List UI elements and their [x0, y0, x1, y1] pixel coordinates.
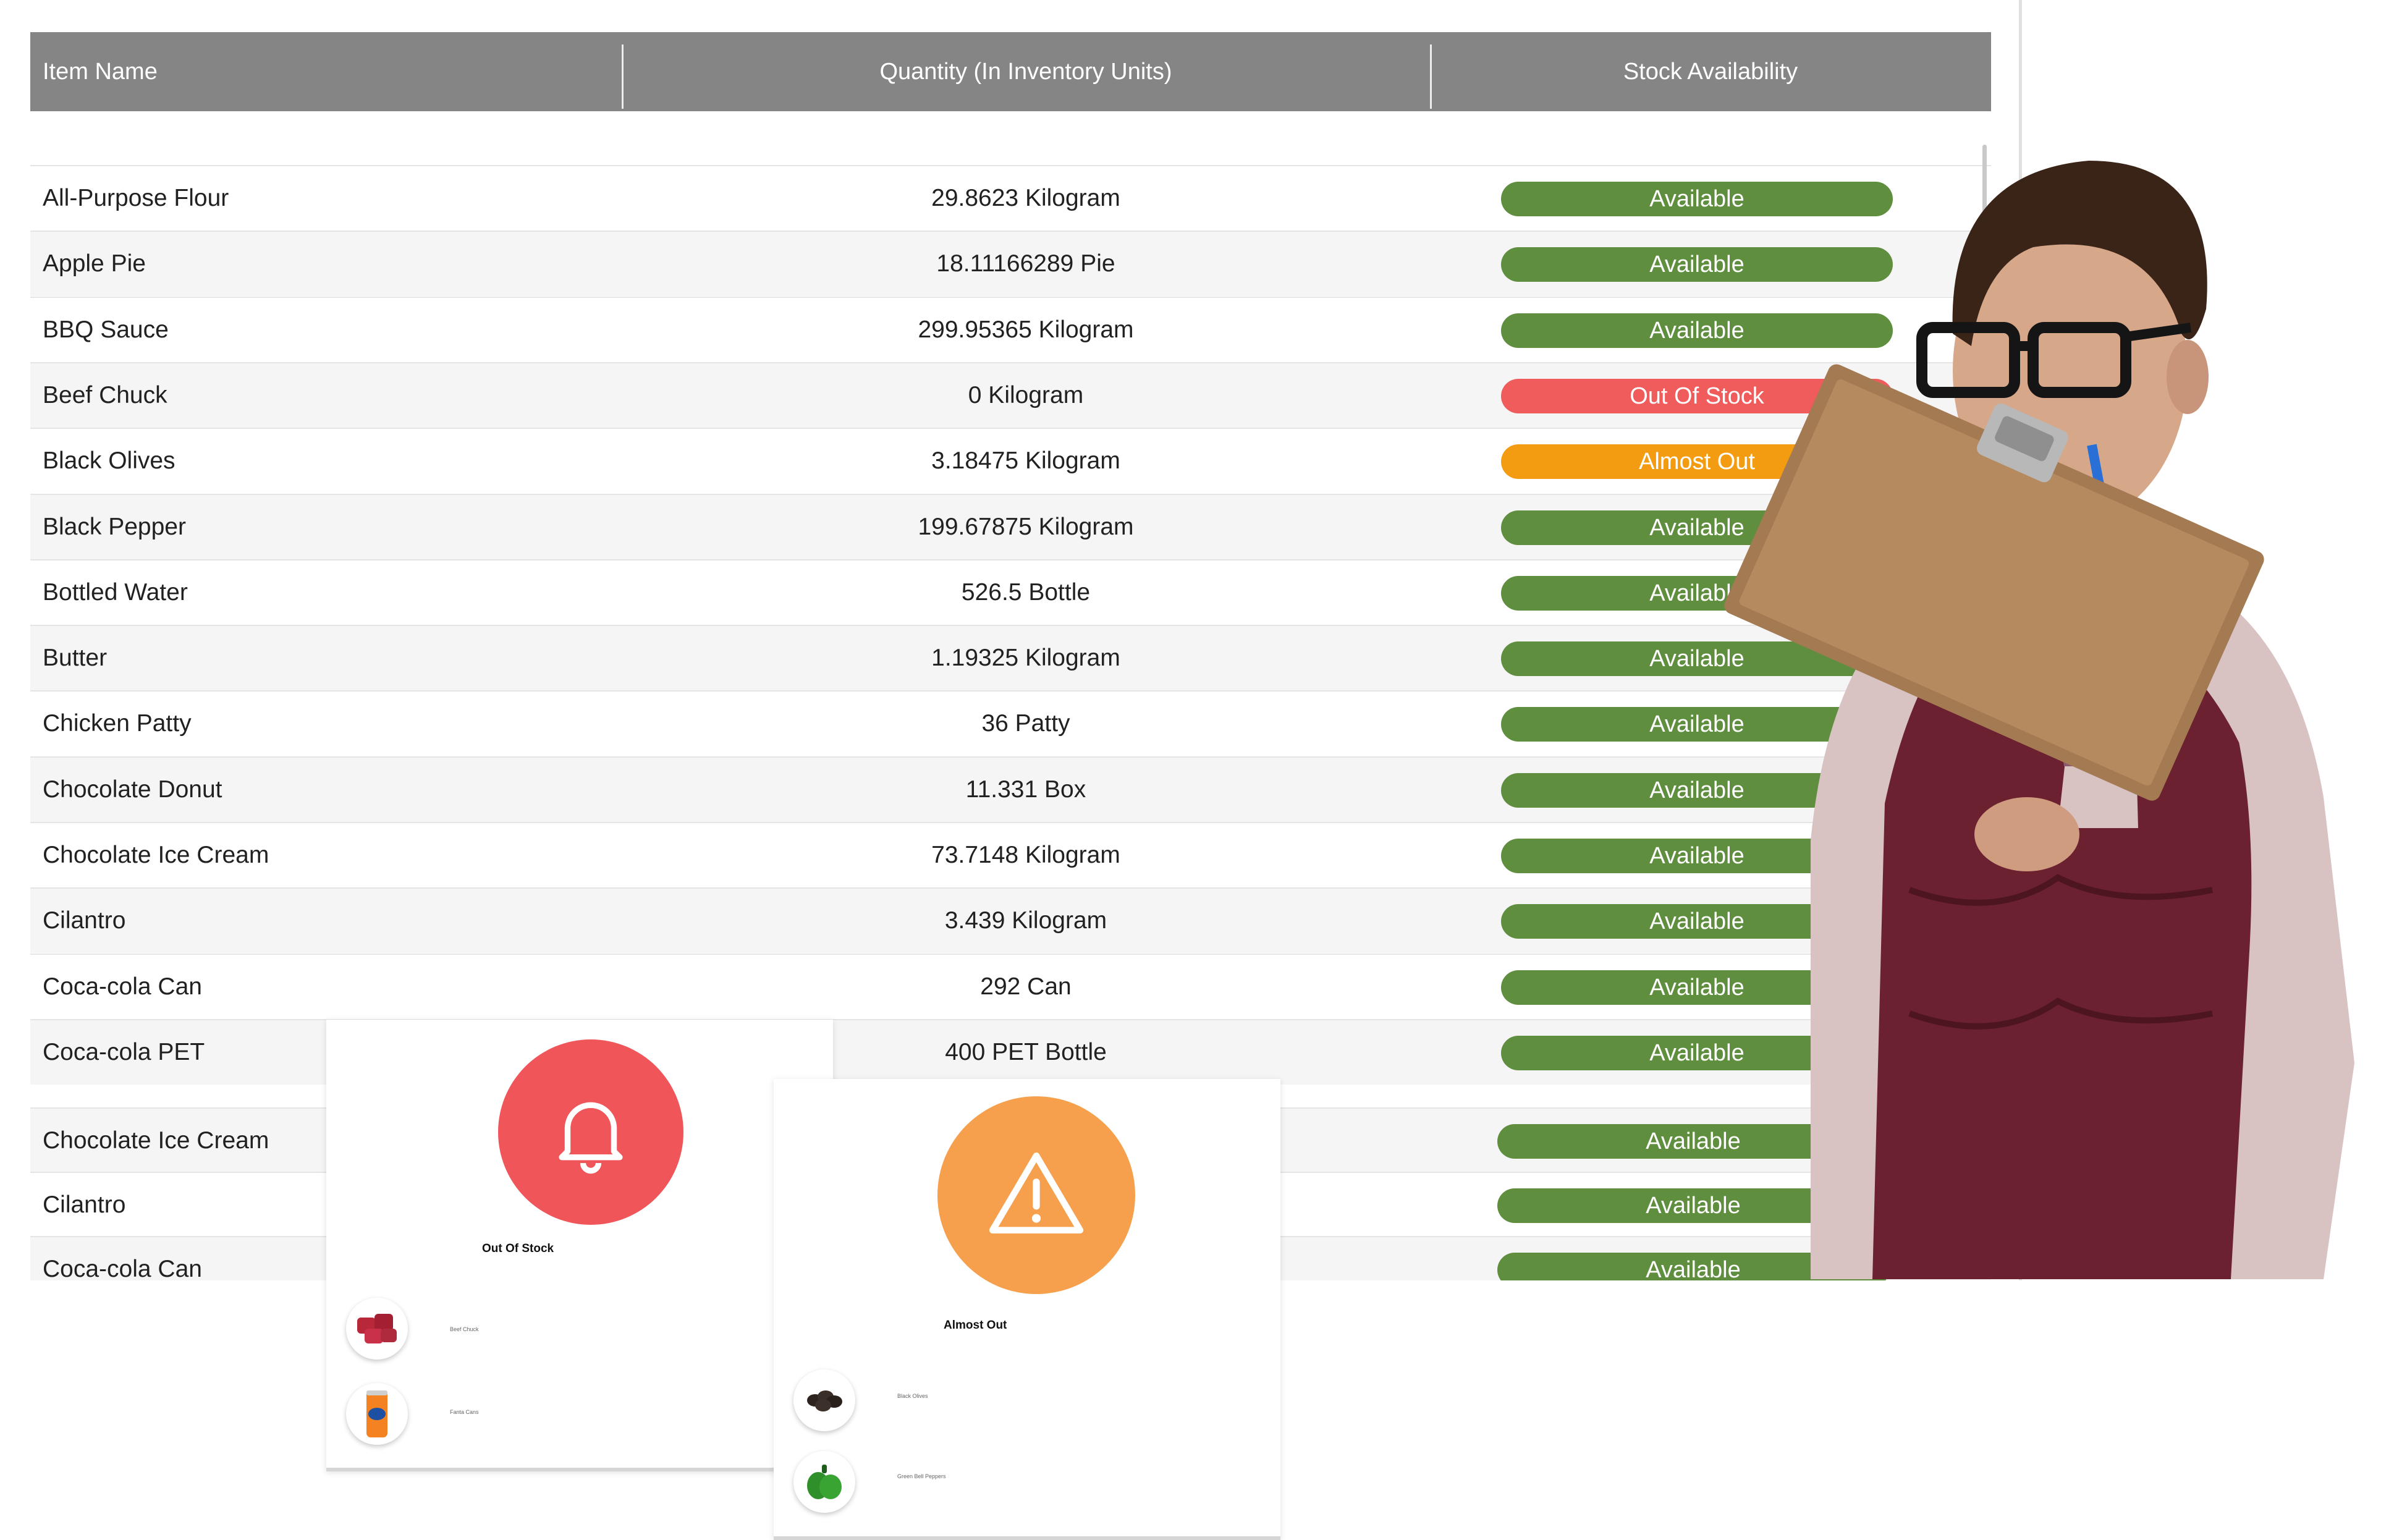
quantity-cell: 3.18475 Kilogram — [931, 447, 1120, 475]
column-header-item-name[interactable]: Item Name — [43, 32, 158, 111]
quantity-cell: 526.5 Bottle — [961, 578, 1091, 606]
item-name-cell: Butter — [43, 645, 108, 672]
black-olives-thumbnail[interactable] — [793, 1369, 855, 1431]
item-name-cell: Coca-cola Can — [43, 1256, 202, 1280]
item-name-cell: Cilantro — [43, 1191, 126, 1218]
item-name-cell: Bottled Water — [43, 578, 188, 606]
almost-out-title: Almost Out — [944, 1319, 1007, 1332]
quantity-cell: 18.11166289 Pie — [936, 250, 1115, 277]
out-of-stock-badge — [498, 1039, 683, 1225]
quantity-cell: 3.439 Kilogram — [944, 907, 1107, 934]
fanta-can-thumbnail[interactable] — [346, 1383, 408, 1445]
item-name-cell: Coca-cola PET — [43, 1038, 205, 1065]
item-name-cell: Coca-cola Can — [43, 973, 202, 1000]
warning-icon — [989, 1152, 1084, 1233]
bell-icon — [559, 1102, 623, 1174]
column-header-stock-availability[interactable]: Stock Availability — [1430, 32, 1991, 111]
out-of-stock-alert-card[interactable]: Out Of Stock Beef Chuck Fanta Cans — [326, 1020, 833, 1471]
quantity-cell: 299.95365 Kilogram — [918, 316, 1134, 343]
man-with-clipboard-illustration — [1724, 161, 2354, 1279]
almost-out-alert-card[interactable]: Almost Out Black Olives Green Bell Peppe… — [774, 1079, 1280, 1540]
item-name-cell: Chocolate Ice Cream — [43, 1127, 269, 1154]
item-name-cell: All-Purpose Flour — [43, 185, 229, 211]
column-header-quantity[interactable]: Quantity (In Inventory Units) — [622, 32, 1430, 111]
out-of-stock-title: Out Of Stock — [482, 1242, 554, 1255]
beef-chuck-thumbnail[interactable] — [346, 1298, 408, 1360]
quantity-cell: 1.19325 Kilogram — [931, 645, 1120, 672]
black-olives-icon — [807, 1390, 842, 1411]
almost-out-item-label: Black Olives — [897, 1393, 928, 1399]
quantity-cell: 73.7148 Kilogram — [931, 842, 1120, 868]
item-name-cell: Black Olives — [43, 447, 176, 475]
quantity-cell: 36 Patty — [981, 710, 1070, 737]
quantity-cell: 199.67875 Kilogram — [918, 513, 1134, 540]
item-name-cell: Chocolate Ice Cream — [43, 842, 269, 868]
almost-out-item-label: Green Bell Peppers — [897, 1473, 946, 1479]
item-name-cell: Cilantro — [43, 907, 126, 934]
item-name-cell: Black Pepper — [43, 513, 186, 540]
item-name-cell: Chicken Patty — [43, 710, 192, 737]
fanta-can-icon — [366, 1390, 387, 1437]
item-name-cell: Apple Pie — [43, 250, 146, 277]
almost-out-badge — [937, 1096, 1135, 1294]
item-name-cell: Chocolate Donut — [43, 776, 222, 803]
beef-chuck-icon — [357, 1314, 397, 1343]
quantity-cell: 292 Can — [980, 973, 1072, 1000]
item-name-cell: Beef Chuck — [43, 381, 167, 408]
table-header: Item Name Quantity (In Inventory Units) … — [30, 32, 1991, 111]
out-of-stock-item-label: Beef Chuck — [450, 1326, 479, 1332]
green-pepper-thumbnail[interactable] — [793, 1451, 855, 1513]
green-pepper-icon — [807, 1465, 842, 1499]
quantity-cell: 11.331 Box — [965, 776, 1086, 803]
item-name-cell: BBQ Sauce — [43, 316, 169, 343]
quantity-cell: 29.8623 Kilogram — [931, 185, 1120, 211]
out-of-stock-item-label: Fanta Cans — [450, 1409, 479, 1415]
quantity-cell: 0 Kilogram — [968, 381, 1084, 408]
